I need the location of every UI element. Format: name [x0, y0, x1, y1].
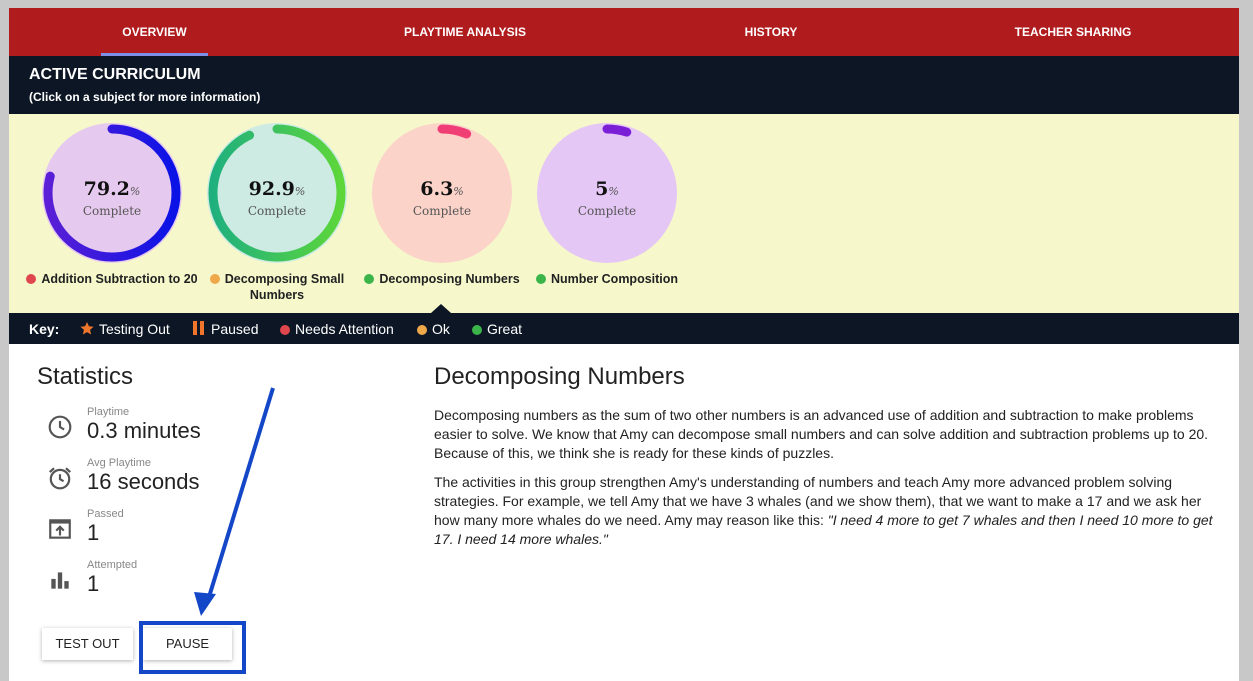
- annotation-arrow: [194, 387, 275, 616]
